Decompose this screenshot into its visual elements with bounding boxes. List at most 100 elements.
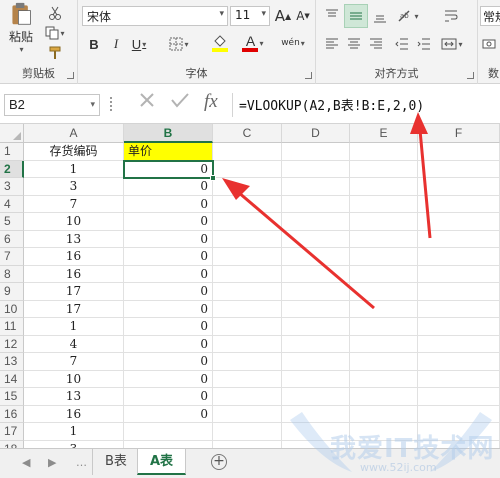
cell-f5[interactable] [418, 213, 500, 231]
font-name-combo[interactable]: 宋体 ▾ [82, 6, 228, 26]
cell-c3[interactable] [213, 178, 282, 196]
name-box[interactable]: B2 ▾ [4, 94, 100, 116]
insert-function-button[interactable]: fx [204, 91, 218, 113]
name-box-dropdown-icon[interactable]: ▾ [90, 99, 95, 110]
merge-center-button[interactable]: ▾ [438, 34, 466, 54]
cell-c2[interactable] [213, 160, 282, 178]
cell-f13[interactable] [418, 353, 500, 371]
cell-a14[interactable]: 10 [24, 370, 124, 388]
cell-a3[interactable]: 3 [24, 178, 124, 196]
cell-d13[interactable] [282, 353, 350, 371]
row-header[interactable]: 2 [0, 160, 24, 178]
cell-e15[interactable] [350, 388, 418, 406]
cell-b18[interactable] [124, 440, 213, 448]
cell-a11[interactable]: 1 [24, 318, 124, 336]
cell-b5[interactable]: 0 [124, 213, 213, 231]
fill-handle[interactable] [210, 175, 216, 181]
row-header[interactable]: 3 [0, 178, 24, 196]
cell-f1[interactable] [418, 143, 500, 161]
cell-a12[interactable]: 4 [24, 335, 124, 353]
cell-c9[interactable] [213, 283, 282, 301]
cell-d7[interactable] [282, 248, 350, 266]
cell-b17[interactable] [124, 423, 213, 441]
cell-a10[interactable]: 17 [24, 300, 124, 318]
cell-b8[interactable]: 0 [124, 265, 213, 283]
orientation-dropdown-icon[interactable]: ▾ [414, 12, 418, 21]
cell-f3[interactable] [418, 178, 500, 196]
cell-d2[interactable] [282, 160, 350, 178]
copy-dropdown-icon[interactable]: ▾ [60, 29, 64, 38]
cell-e2[interactable] [350, 160, 418, 178]
cell-f7[interactable] [418, 248, 500, 266]
wrap-text-button[interactable] [440, 6, 462, 26]
row-header[interactable]: 7 [0, 248, 24, 266]
cell-f8[interactable] [418, 265, 500, 283]
cell-c12[interactable] [213, 335, 282, 353]
formula-bar-resize-handle[interactable] [110, 97, 113, 111]
cell-c4[interactable] [213, 195, 282, 213]
cell-e7[interactable] [350, 248, 418, 266]
format-painter-button[interactable] [44, 44, 66, 62]
cell-f15[interactable] [418, 388, 500, 406]
cell-e5[interactable] [350, 213, 418, 231]
borders-dropdown-icon[interactable]: ▾ [184, 40, 188, 49]
clipboard-dialog-launcher-icon[interactable] [67, 72, 74, 79]
cell-d9[interactable] [282, 283, 350, 301]
row-header[interactable]: 8 [0, 265, 24, 283]
worksheet-grid[interactable]: ABCDEF 1 存货编码 单价 2 1 0 3 3 0 4 7 0 5 10 0 6 13 0 7 16 0 8 16 0 9… [0, 124, 500, 448]
align-right-button[interactable] [366, 34, 386, 54]
cell-a2[interactable]: 1 [24, 160, 124, 178]
cell-c5[interactable] [213, 213, 282, 231]
cell-d12[interactable] [282, 335, 350, 353]
prev-sheet-icon[interactable]: ◀ [22, 456, 30, 469]
bold-button[interactable]: B [84, 34, 104, 54]
grow-font-button[interactable]: A ▲ [274, 6, 292, 26]
cell-a16[interactable]: 16 [24, 405, 124, 423]
cell-a4[interactable]: 7 [24, 195, 124, 213]
row-header[interactable]: 15 [0, 388, 24, 406]
column-header-b[interactable]: B [124, 124, 213, 143]
align-left-button[interactable] [322, 34, 342, 54]
cell-d8[interactable] [282, 265, 350, 283]
font-dialog-launcher-icon[interactable] [305, 72, 312, 79]
cell-f9[interactable] [418, 283, 500, 301]
cell-c10[interactable] [213, 300, 282, 318]
cell-b6[interactable]: 0 [124, 230, 213, 248]
cell-d4[interactable] [282, 195, 350, 213]
font-size-combo[interactable]: 11 ▾ [230, 6, 270, 26]
cell-a9[interactable]: 17 [24, 283, 124, 301]
cell-b11[interactable]: 0 [124, 318, 213, 336]
cell-e11[interactable] [350, 318, 418, 336]
align-middle-button[interactable] [344, 4, 368, 28]
alignment-dialog-launcher-icon[interactable] [467, 72, 474, 79]
confirm-entry-icon[interactable] [170, 90, 190, 114]
column-header-f[interactable]: F [418, 124, 500, 143]
cell-b7[interactable]: 0 [124, 248, 213, 266]
font-size-dropdown-icon[interactable]: ▾ [261, 9, 266, 19]
cell-d14[interactable] [282, 370, 350, 388]
row-header[interactable]: 5 [0, 213, 24, 231]
cell-c14[interactable] [213, 370, 282, 388]
merge-center-dropdown-icon[interactable]: ▾ [458, 40, 462, 49]
decrease-indent-button[interactable] [392, 34, 412, 54]
sheet-tab-b[interactable]: B表 [92, 449, 140, 475]
cell-b9[interactable]: 0 [124, 283, 213, 301]
cell-b4[interactable]: 0 [124, 195, 213, 213]
row-header[interactable]: 14 [0, 370, 24, 388]
row-header[interactable]: 16 [0, 405, 24, 423]
cell-f16[interactable] [418, 405, 500, 423]
cell-c17[interactable] [213, 423, 282, 441]
orientation-button[interactable]: ab ▾ [394, 6, 422, 26]
accounting-format-button[interactable] [480, 34, 498, 54]
cell-e9[interactable] [350, 283, 418, 301]
cell-a5[interactable]: 10 [24, 213, 124, 231]
cell-e4[interactable] [350, 195, 418, 213]
cell-b16[interactable]: 0 [124, 405, 213, 423]
cell-c6[interactable] [213, 230, 282, 248]
underline-button[interactable]: U ▾ [128, 34, 150, 54]
row-header[interactable]: 6 [0, 230, 24, 248]
borders-button[interactable]: ▾ [166, 34, 192, 54]
cell-e13[interactable] [350, 353, 418, 371]
cell-a7[interactable]: 16 [24, 248, 124, 266]
row-header[interactable]: 1 [0, 143, 24, 161]
